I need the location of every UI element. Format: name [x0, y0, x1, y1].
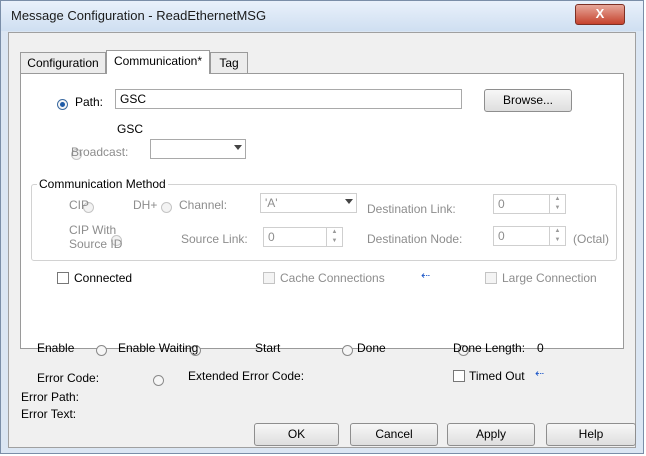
close-button[interactable]: X [575, 4, 625, 25]
enable-label: Enable [37, 341, 75, 355]
enable-indicator [95, 345, 107, 357]
apply-button[interactable]: Apply [447, 423, 535, 446]
browse-button[interactable]: Browse... [484, 89, 572, 112]
destination-node-label: Destination Node: [367, 232, 463, 246]
arrow-left-icon: ⇠ [421, 270, 431, 282]
path-input[interactable]: GSC [115, 89, 462, 109]
large-connection-label: Large Connection [502, 271, 597, 285]
done-length-label: Done Length: [453, 341, 526, 355]
chevron-down-icon [345, 199, 353, 204]
extended-error-code-label: Extended Error Code: [188, 369, 305, 383]
message-configuration-window: Message Configuration - ReadEthernetMSG … [0, 0, 644, 454]
error-path-label: Error Path: [21, 390, 80, 404]
spinner-icon[interactable]: ▲ ▼ [326, 228, 342, 246]
title-bar[interactable]: Message Configuration - ReadEthernetMSG … [1, 1, 643, 31]
timed-out-label: Timed Out [469, 369, 525, 383]
path-label: Path: [75, 95, 104, 109]
spinner-icon[interactable]: ▲ ▼ [549, 227, 565, 245]
cip-source-id-label: CIP With Source ID [69, 223, 123, 251]
done-length-value: 0 [537, 341, 544, 355]
cache-connections-checkbox[interactable] [263, 272, 275, 284]
tab-tag[interactable]: Tag [210, 52, 248, 73]
destination-link-stepper[interactable]: 0 ▲ ▼ [493, 194, 566, 214]
error-code-label: Error Code: [37, 371, 100, 385]
start-label: Start [255, 341, 281, 355]
timed-out-checkbox [453, 370, 465, 382]
enable-waiting-label: Enable Waiting [118, 341, 199, 355]
arrow-left-icon: ⇠ [535, 368, 545, 380]
connected-checkbox[interactable] [57, 272, 69, 284]
chevron-down-icon [234, 145, 242, 150]
communication-method-label: Communication Method [37, 177, 168, 191]
connected-label: Connected [74, 271, 133, 285]
large-connection-checkbox[interactable] [485, 272, 497, 284]
spinner-icon[interactable]: ▲ ▼ [549, 195, 565, 213]
source-link-label: Source Link: [181, 232, 248, 246]
tab-communication[interactable]: Communication* [106, 50, 210, 74]
channel-select[interactable]: 'A' [260, 193, 357, 213]
broadcast-label: Broadcast: [71, 145, 129, 159]
destination-node-stepper[interactable]: 0 ▲ ▼ [493, 226, 566, 246]
ok-button[interactable]: OK [254, 423, 339, 446]
help-button[interactable]: Help [546, 423, 636, 446]
broadcast-select[interactable] [150, 139, 246, 159]
cip-label: CIP [69, 198, 90, 212]
cache-connections-label: Cache Connections [280, 271, 385, 285]
close-icon: X [595, 6, 605, 21]
tab-configuration[interactable]: Configuration [20, 52, 106, 73]
source-link-stepper[interactable]: 0 ▲ ▼ [263, 227, 343, 247]
channel-label: Channel: [179, 198, 228, 212]
done-label: Done [357, 341, 386, 355]
destination-link-label: Destination Link: [367, 202, 456, 216]
path-resolved-text: GSC [117, 122, 144, 136]
octal-label: (Octal) [573, 232, 609, 246]
cancel-button[interactable]: Cancel [350, 423, 438, 446]
error-text-label: Error Text: [21, 407, 77, 421]
dhplus-label: DH+ [133, 198, 158, 212]
window-title: Message Configuration - ReadEthernetMSG [11, 8, 267, 23]
